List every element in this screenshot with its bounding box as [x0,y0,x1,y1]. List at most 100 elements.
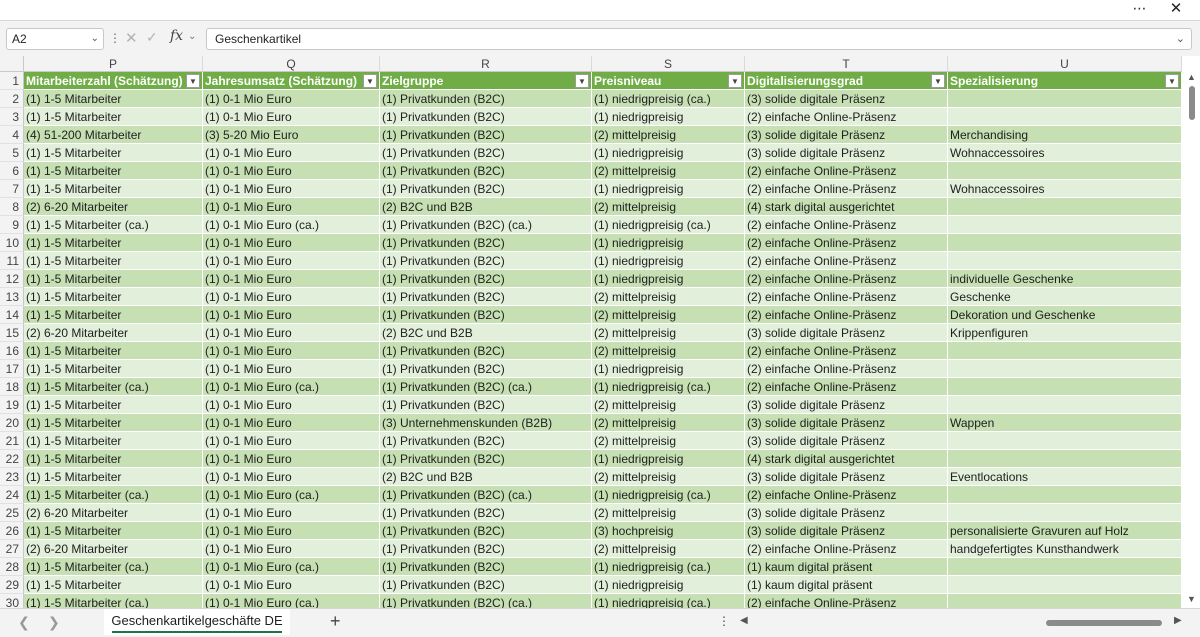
more-options-icon[interactable]: ⋯ [1128,0,1152,20]
table-cell[interactable] [948,504,1182,522]
table-cell[interactable]: Krippenfiguren [948,324,1182,342]
row-header[interactable]: 15 [0,324,24,342]
table-cell[interactable]: (1) Privatkunden (B2C) [380,432,592,450]
table-cell[interactable]: (2) 6-20 Mitarbeiter [24,504,203,522]
table-cell[interactable]: (2) einfache Online-Präsenz [745,540,948,558]
table-cell[interactable]: (1) Privatkunden (B2C) [380,522,592,540]
spreadsheet-grid[interactable]: P Q R S T U 1 Mitarbeiterzahl (Schätzung) ▼ Jahre… [0,56,1200,608]
table-cell[interactable]: (2) mittelpreisig [592,396,745,414]
table-cell[interactable]: (2) einfache Online-Präsenz [745,360,948,378]
table-cell[interactable]: (1) 0-1 Mio Euro (ca.) [203,558,380,576]
table-cell[interactable]: (1) niedrigpreisig (ca.) [592,558,745,576]
table-cell[interactable]: (2) einfache Online-Präsenz [745,108,948,126]
table-cell[interactable]: (1) 0-1 Mio Euro [203,306,380,324]
table-cell[interactable]: (1) Privatkunden (B2C) [380,252,592,270]
previous-sheet-icon[interactable]: ❮ [18,614,30,631]
filter-dropdown-icon[interactable]: ▼ [575,74,589,88]
table-cell[interactable]: (1) niedrigpreisig [592,144,745,162]
table-header-cell[interactable]: Preisniveau ▼ [592,72,745,90]
table-cell[interactable] [948,576,1182,594]
table-cell[interactable]: (1) 0-1 Mio Euro [203,252,380,270]
table-cell[interactable]: (2) mittelpreisig [592,162,745,180]
filter-dropdown-icon[interactable]: ▼ [186,74,200,88]
table-cell[interactable]: (1) 0-1 Mio Euro [203,288,380,306]
name-box[interactable]: A2 ⌄ [6,28,104,50]
row-header[interactable]: 23 [0,468,24,486]
table-cell[interactable]: (1) niedrigpreisig [592,360,745,378]
table-cell[interactable]: (1) Privatkunden (B2C) [380,306,592,324]
table-cell[interactable]: (3) solide digitale Präsenz [745,522,948,540]
row-header[interactable]: 16 [0,342,24,360]
table-cell[interactable]: (1) Privatkunden (B2C) (ca.) [380,216,592,234]
table-cell[interactable]: (1) Privatkunden (B2C) [380,180,592,198]
table-cell[interactable] [948,558,1182,576]
table-cell[interactable]: (3) solide digitale Präsenz [745,144,948,162]
vertical-scrollbar[interactable]: ▲ ▼ [1184,72,1200,608]
table-cell[interactable]: (1) niedrigpreisig [592,180,745,198]
table-cell[interactable]: (2) mittelpreisig [592,432,745,450]
row-header[interactable]: 5 [0,144,24,162]
filter-dropdown-icon[interactable]: ▼ [1165,74,1179,88]
table-cell[interactable]: (1) Privatkunden (B2C) [380,540,592,558]
row-header[interactable]: 1 [0,72,24,90]
row-header[interactable]: 8 [0,198,24,216]
table-cell[interactable]: (1) Privatkunden (B2C) [380,144,592,162]
table-cell[interactable]: (1) 1-5 Mitarbeiter [24,162,203,180]
table-cell[interactable] [948,432,1182,450]
table-cell[interactable]: (1) kaum digital präsent [745,576,948,594]
table-cell[interactable] [948,108,1182,126]
table-cell[interactable]: (1) Privatkunden (B2C) [380,90,592,108]
table-cell[interactable]: (1) Privatkunden (B2C) [380,360,592,378]
row-header[interactable]: 24 [0,486,24,504]
table-cell[interactable]: (4) 51-200 Mitarbeiter [24,126,203,144]
table-cell[interactable]: (1) 1-5 Mitarbeiter [24,450,203,468]
row-header[interactable]: 11 [0,252,24,270]
filter-dropdown-icon[interactable]: ▼ [931,74,945,88]
table-cell[interactable] [948,396,1182,414]
scroll-right-icon[interactable]: ▶ [1174,615,1182,626]
table-cell[interactable]: (2) einfache Online-Präsenz [745,216,948,234]
close-icon[interactable]: ✕ [1164,0,1188,20]
table-cell[interactable]: (2) einfache Online-Präsenz [745,594,948,608]
row-header[interactable]: 29 [0,576,24,594]
table-cell[interactable]: (2) mittelpreisig [592,306,745,324]
table-cell[interactable]: (1) 0-1 Mio Euro [203,450,380,468]
row-header[interactable]: 13 [0,288,24,306]
table-cell[interactable]: (2) 6-20 Mitarbeiter [24,540,203,558]
chevron-down-icon[interactable]: ⌄ [188,31,196,42]
table-cell[interactable]: (1) 0-1 Mio Euro [203,576,380,594]
table-cell[interactable]: (1) 1-5 Mitarbeiter [24,234,203,252]
column-header[interactable]: T [745,56,948,72]
table-cell[interactable]: (1) niedrigpreisig (ca.) [592,90,745,108]
table-cell[interactable]: (1) niedrigpreisig [592,576,745,594]
insert-function-icon[interactable]: fx [170,28,183,44]
next-sheet-icon[interactable]: ❯ [48,614,60,631]
table-cell[interactable]: (1) 0-1 Mio Euro [203,360,380,378]
table-cell[interactable]: (1) 0-1 Mio Euro [203,162,380,180]
table-cell[interactable]: (4) stark digital ausgerichtet [745,198,948,216]
table-cell[interactable]: (2) mittelpreisig [592,198,745,216]
filter-dropdown-icon[interactable]: ▼ [363,74,377,88]
table-cell[interactable]: (1) 1-5 Mitarbeiter [24,90,203,108]
table-cell[interactable]: (3) solide digitale Präsenz [745,414,948,432]
table-cell[interactable]: (3) solide digitale Präsenz [745,324,948,342]
table-cell[interactable]: (1) 0-1 Mio Euro (ca.) [203,486,380,504]
table-cell[interactable]: (1) 1-5 Mitarbeiter [24,108,203,126]
table-cell[interactable]: (1) Privatkunden (B2C) [380,450,592,468]
table-cell[interactable]: Wohnaccessoires [948,180,1182,198]
row-header[interactable]: 19 [0,396,24,414]
table-cell[interactable]: (1) 0-1 Mio Euro (ca.) [203,594,380,608]
table-cell[interactable]: (1) 1-5 Mitarbeiter [24,144,203,162]
table-cell[interactable]: (1) Privatkunden (B2C) [380,342,592,360]
table-cell[interactable]: (1) 0-1 Mio Euro [203,342,380,360]
table-cell[interactable]: Wohnaccessoires [948,144,1182,162]
table-cell[interactable]: (1) 0-1 Mio Euro [203,144,380,162]
row-header[interactable]: 18 [0,378,24,396]
table-cell[interactable]: (1) Privatkunden (B2C) (ca.) [380,378,592,396]
vertical-dots-icon[interactable]: ⋮ [718,614,730,628]
table-header-cell[interactable]: Zielgruppe ▼ [380,72,592,90]
table-cell[interactable]: (1) 1-5 Mitarbeiter [24,180,203,198]
table-cell[interactable]: (1) 1-5 Mitarbeiter [24,306,203,324]
vertical-dots-icon[interactable]: ⋮ [109,31,121,47]
table-cell[interactable]: (1) niedrigpreisig (ca.) [592,486,745,504]
